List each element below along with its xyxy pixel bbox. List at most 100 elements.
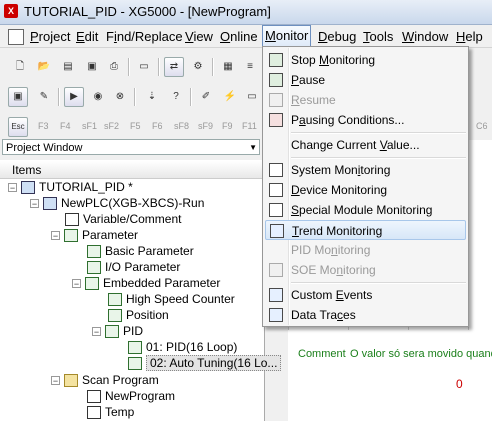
title-bar: X TUTORIAL_PID - XG5000 - [NewProgram] — [0, 0, 492, 25]
print-icon[interactable]: ⎙ — [104, 57, 124, 77]
f9-key[interactable]: F9 — [222, 121, 233, 131]
online-edit-icon[interactable]: ✎ — [34, 87, 54, 107]
project-window-combo[interactable]: Project Window ▼ — [2, 139, 260, 155]
tree-item-scan-program[interactable]: − Scan Program — [51, 372, 159, 388]
menu-debug[interactable]: Debug — [318, 28, 356, 45]
tree-item-position[interactable]: Position — [108, 307, 169, 323]
project-tree-panel: Items − TUTORIAL_PID * − NewPLC(XGB-XBCS)-… — [0, 160, 282, 421]
program-icon — [87, 390, 101, 404]
open-project-icon[interactable]: ▤ — [58, 57, 78, 77]
c6-key[interactable]: C6 — [476, 121, 488, 131]
basic-parameter-icon — [87, 245, 101, 259]
project-icon — [21, 181, 35, 195]
settings-icon[interactable]: ⚙ — [188, 57, 208, 77]
collapse-icon[interactable]: − — [51, 231, 60, 241]
menu-item-custom-events[interactable]: Custom Events — [265, 285, 466, 305]
tree-item-pid[interactable]: − PID — [92, 323, 143, 339]
variable-icon[interactable]: ≡ — [240, 57, 260, 77]
tree-item-pid-16-loop[interactable]: 01: PID(16 Loop) — [128, 339, 237, 355]
project-window-label: Project Window — [6, 142, 83, 154]
tree-item-plc[interactable]: − NewPLC(XGB-XBCS)-Run — [30, 195, 204, 211]
sf8-key[interactable]: sF8 — [174, 121, 189, 131]
tree-item-high-speed-counter[interactable]: High Speed Counter — [108, 291, 235, 307]
custom-events-icon — [269, 288, 283, 302]
menu-project[interactable]: Project — [30, 28, 70, 45]
menu-help[interactable]: Help — [456, 28, 483, 45]
menu-item-change-current-value[interactable]: Change Current Value... — [265, 135, 466, 155]
connect-icon[interactable]: ⇄ — [164, 57, 184, 77]
sf1-key[interactable]: sF1 — [82, 121, 97, 131]
menu-separator — [291, 157, 466, 159]
menu-item-pausing-conditions[interactable]: Pausing Conditions... — [265, 110, 466, 130]
system-menu-icon[interactable] — [8, 29, 24, 45]
run-icon[interactable]: ▶ — [64, 87, 84, 107]
sf9-key[interactable]: sF9 — [198, 121, 213, 131]
menu-window[interactable]: Window — [402, 28, 448, 45]
write-icon[interactable]: ⇣ — [142, 87, 162, 107]
rung-comment[interactable]: Comment O valor só sera movido quand — [288, 342, 492, 368]
variable-comment-icon — [65, 213, 79, 227]
dropdown-arrow-icon[interactable]: ▼ — [249, 140, 257, 156]
help-query-icon[interactable]: ? — [166, 87, 186, 107]
plug-icon[interactable]: ⚡ — [220, 87, 240, 107]
f6-key[interactable]: F6 — [152, 121, 163, 131]
clipboard-icon[interactable]: ▭ — [134, 57, 154, 77]
collapse-icon[interactable]: − — [92, 327, 101, 337]
menu-item-stop-monitoring[interactable]: Stop Monitoring — [265, 50, 466, 70]
stop-monitoring-icon — [269, 53, 283, 67]
menu-item-resume: Resume — [265, 90, 466, 110]
esc-key-button[interactable]: Esc — [8, 117, 28, 137]
collapse-icon[interactable]: − — [51, 376, 60, 386]
tree-item-newprogram[interactable]: NewProgram — [87, 388, 175, 404]
ladder-icon[interactable]: ▦ — [218, 57, 238, 77]
tree-item-project[interactable]: − TUTORIAL_PID * — [8, 179, 133, 195]
program-icon — [87, 406, 101, 420]
new-file-icon[interactable]: 🗋 — [10, 57, 30, 77]
xg5000-app-icon[interactable]: X — [4, 4, 18, 18]
menu-separator — [291, 132, 466, 134]
cancel-icon[interactable]: ⊗ — [110, 87, 130, 107]
collapse-icon[interactable]: − — [30, 199, 39, 209]
tree-item-io-parameter[interactable]: I/O Parameter — [87, 259, 180, 275]
collapse-icon[interactable]: − — [72, 279, 81, 289]
collapse-icon[interactable]: − — [8, 183, 17, 193]
toolbar-separator — [128, 58, 130, 76]
embedded-parameter-icon — [85, 277, 99, 291]
open-folder-icon[interactable]: 📂 — [34, 57, 54, 77]
menu-item-trend-monitoring[interactable]: Trend Monitoring — [265, 220, 466, 240]
menu-item-system-monitoring[interactable]: System Monitoring — [265, 160, 466, 180]
tree-item-variable-comment[interactable]: Variable/Comment — [65, 211, 181, 227]
pen-icon[interactable]: ✐ — [196, 87, 216, 107]
device-monitoring-icon — [269, 183, 283, 197]
menu-item-data-traces[interactable]: Data Traces — [265, 305, 466, 325]
menu-bar: Project Edit Find/Replace View Online Mo… — [0, 25, 492, 48]
f5-key[interactable]: F5 — [130, 121, 141, 131]
menu-view[interactable]: View — [185, 28, 213, 45]
stop-icon[interactable]: ◉ — [88, 87, 108, 107]
sf2-key[interactable]: sF2 — [104, 121, 119, 131]
menu-item-pause[interactable]: Pause — [265, 70, 466, 90]
monitor-small-icon[interactable]: ▭ — [242, 87, 262, 107]
menu-item-pid-monitoring: PID Monitoring — [291, 243, 371, 257]
menu-item-device-monitoring[interactable]: Device Monitoring — [265, 180, 466, 200]
monitor-mode-icon[interactable]: ▣ — [8, 87, 28, 107]
tree-item-basic-parameter[interactable]: Basic Parameter — [87, 243, 194, 259]
window-title: TUTORIAL_PID - XG5000 - [NewProgram] — [24, 4, 271, 19]
tree-item-parameter[interactable]: − Parameter — [51, 227, 138, 243]
menu-find-replace[interactable]: Find/Replace — [106, 28, 183, 45]
position-icon — [108, 309, 122, 323]
f4-key[interactable]: F4 — [60, 121, 71, 131]
menu-item-special-module-monitoring[interactable]: Special Module Monitoring — [265, 200, 466, 220]
menu-edit[interactable]: Edit — [76, 28, 98, 45]
scan-program-icon — [64, 374, 78, 388]
menu-monitor[interactable]: Monitor — [262, 25, 312, 47]
menu-tools[interactable]: Tools — [363, 28, 393, 45]
tree-item-embedded-parameter[interactable]: − Embedded Parameter — [72, 275, 220, 291]
save-icon[interactable]: ▣ — [82, 57, 102, 77]
tree-item-auto-tuning[interactable]: 02: Auto Tuning(16 Lo... — [128, 355, 282, 371]
f11-key[interactable]: F11 — [242, 121, 257, 131]
toolbar-separator — [58, 88, 60, 106]
menu-online[interactable]: Online — [220, 28, 258, 45]
tree-item-temp[interactable]: Temp — [87, 404, 134, 420]
f3-key[interactable]: F3 — [38, 121, 49, 131]
